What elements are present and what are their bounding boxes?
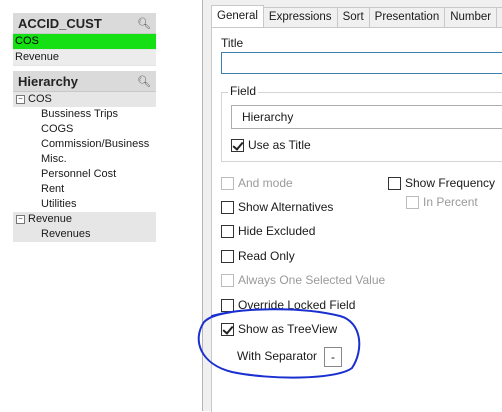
tab-expressions[interactable]: Expressions (262, 7, 338, 27)
separator-label: With Separator (237, 349, 318, 363)
checkbox-box (221, 273, 234, 287)
checkbox-box[interactable] (221, 224, 234, 238)
tree-node-label: COS (28, 93, 52, 105)
show-alternatives-checkbox[interactable]: Show Alternatives (221, 200, 333, 214)
search-icon[interactable]: 🔍︎ (137, 17, 151, 30)
listbox-header[interactable]: ACCID_CUST 🔍︎ (13, 13, 156, 34)
checkbox-box (406, 195, 419, 209)
tab-sort[interactable]: Sort (336, 7, 370, 27)
hide-excluded-checkbox[interactable]: Hide Excluded (221, 224, 315, 238)
tab-general[interactable]: General (211, 5, 264, 27)
in-percent-checkbox: In Percent (406, 195, 478, 209)
checkbox-label: In Percent (423, 195, 478, 209)
checkbox-label: Read Only (238, 249, 295, 263)
checkbox-box[interactable] (221, 322, 234, 336)
checkbox-label: And mode (238, 176, 293, 190)
accid-cust-listbox: ACCID_CUST 🔍︎ COS Revenue (13, 13, 156, 66)
tree-leaf[interactable]: Commission/Business (13, 137, 156, 152)
listbox-title: ACCID_CUST (18, 15, 102, 31)
checkbox-box[interactable] (231, 138, 244, 152)
collapse-icon[interactable]: − (16, 215, 25, 224)
tab-font[interactable]: F (496, 7, 502, 27)
tab-presentation[interactable]: Presentation (368, 7, 446, 27)
read-only-checkbox[interactable]: Read Only (221, 249, 295, 263)
checkbox-label: Show Frequency (405, 176, 496, 190)
listbox-title: Hierarchy (18, 73, 78, 89)
search-icon[interactable]: 🔍︎ (137, 75, 151, 88)
general-panel: Title Field Hierarchy ⌄ Use as Title And… (211, 27, 502, 412)
tree-node[interactable]: − COS (13, 92, 156, 107)
checkbox-box[interactable] (388, 176, 401, 190)
checkbox-box[interactable] (221, 298, 234, 312)
checkbox-label: Show Alternatives (238, 200, 334, 214)
tree-leaf[interactable]: Utilities (13, 197, 156, 212)
collapse-icon[interactable]: − (16, 95, 25, 104)
tree-leaf[interactable]: Misc. (13, 152, 156, 167)
checkbox-box (221, 176, 234, 190)
and-mode-checkbox: And mode (221, 176, 293, 190)
field-dropdown[interactable]: Hierarchy ⌄ (231, 105, 502, 129)
always-one-selected-checkbox: Always One Selected Value (221, 273, 385, 287)
field-dropdown-value: Hierarchy (242, 110, 294, 124)
list-item[interactable]: Revenue (13, 50, 156, 66)
tree-node[interactable]: − Revenue (13, 212, 156, 227)
checkbox-label: Show as TreeView (238, 322, 338, 336)
use-as-title-checkbox[interactable]: Use as Title (231, 138, 311, 152)
tree-node-label: Revenue (28, 213, 73, 225)
separator-input[interactable]: - (324, 347, 342, 367)
show-frequency-checkbox[interactable]: Show Frequency (388, 176, 495, 190)
tab-number[interactable]: Number (444, 7, 498, 27)
tree-leaf[interactable]: COGS (13, 122, 156, 137)
list-item[interactable]: COS (13, 34, 156, 50)
override-locked-checkbox[interactable]: Override Locked Field (221, 298, 355, 312)
field-group-label: Field (228, 84, 259, 98)
checkbox-box[interactable] (221, 249, 234, 263)
checkbox-label: Always One Selected Value (238, 273, 386, 287)
tree-leaf[interactable]: Personnel Cost (13, 167, 156, 182)
checkbox-box[interactable] (221, 200, 234, 214)
checkbox-label: Hide Excluded (238, 224, 316, 238)
checkbox-label: Override Locked Field (238, 298, 356, 312)
listbox-header[interactable]: Hierarchy 🔍︎ (13, 71, 156, 92)
checkbox-label: Use as Title (248, 138, 311, 152)
title-label: Title (221, 36, 244, 50)
tree-leaf[interactable]: Rent (13, 182, 156, 197)
properties-dialog: General Expressions Sort Presentation Nu… (202, 0, 502, 412)
show-as-treeview-checkbox[interactable]: Show as TreeView (221, 322, 337, 336)
title-input[interactable] (221, 52, 502, 74)
tree-leaf[interactable]: Bussiness Trips (13, 107, 156, 122)
tree-leaf[interactable]: Revenues (13, 227, 156, 242)
tab-bar: General Expressions Sort Presentation Nu… (211, 5, 502, 27)
hierarchy-listbox: Hierarchy 🔍︎ − COS Bussiness Trips COGS … (13, 71, 156, 242)
